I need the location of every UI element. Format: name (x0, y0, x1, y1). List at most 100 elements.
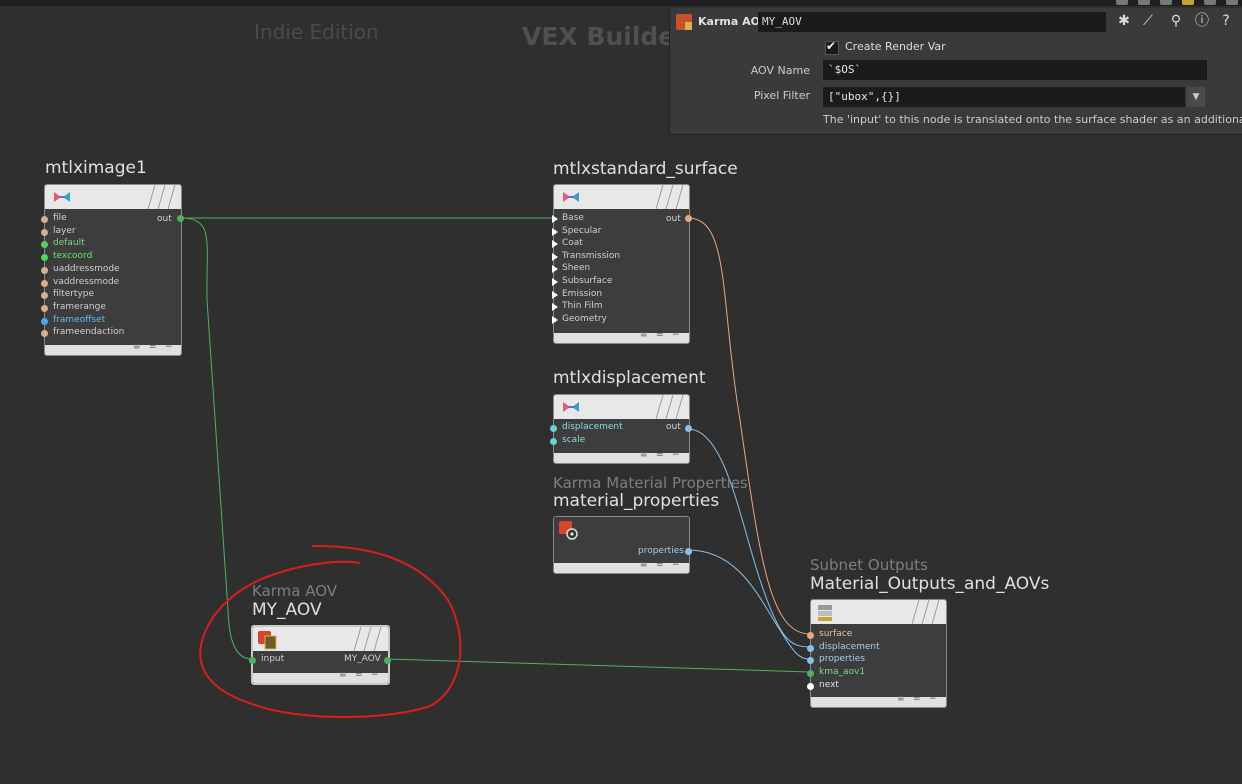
materialx-icon (563, 402, 579, 412)
create-render-var-label: Create Render Var (845, 40, 946, 53)
input-label-frameendaction: frameendaction (53, 327, 125, 338)
node-label-subnet-outputs: Material_Outputs_and_AOVs (810, 574, 1050, 594)
search-icon[interactable]: ⚲ (1168, 13, 1184, 29)
footer-glyph: ≡ (897, 694, 905, 704)
help-icon[interactable]: ? (1218, 13, 1234, 29)
input-port[interactable] (552, 215, 558, 223)
input-port[interactable] (41, 317, 48, 325)
footer-glyph: − (929, 694, 937, 704)
output-label: MY_AOV (344, 654, 381, 664)
help-text: The 'input' to this node is translated o… (823, 113, 1242, 126)
node-footer: ≡ = − (554, 450, 689, 463)
node-displacement[interactable]: displacement scale out ≡ = − (550, 394, 692, 464)
input-port[interactable] (552, 252, 558, 261)
node-type-material-properties: Karma Material Properties (553, 474, 748, 492)
input-port[interactable] (552, 278, 558, 286)
footer-glyph: ≡ (339, 670, 347, 680)
input-port[interactable] (41, 292, 48, 300)
input-port[interactable] (807, 644, 814, 652)
node-mtlximage[interactable]: file layer default texcoord uaddressmode vadd… (41, 184, 184, 356)
output-port[interactable] (685, 548, 692, 555)
input-port[interactable] (249, 657, 256, 664)
input-port[interactable] (41, 254, 48, 262)
input-port[interactable] (550, 425, 557, 432)
input-port[interactable] (550, 438, 557, 445)
node-type-subnet-outputs: Subnet Outputs (810, 556, 928, 574)
node-name-field[interactable]: MY_AOV (758, 12, 1106, 32)
wire-surface-out (687, 217, 811, 635)
input-label-displacement: displacement (562, 422, 623, 432)
karma-aov-type-icon (676, 14, 692, 30)
pixel-filter-field[interactable]: ["ubox",{}] (823, 87, 1185, 107)
node-header (554, 395, 689, 419)
output-port[interactable] (177, 215, 184, 222)
input-port[interactable] (552, 265, 558, 274)
footer-glyph: = (913, 694, 921, 704)
node-header (253, 627, 388, 651)
node-footer: ≡ = − (811, 694, 946, 707)
node-label-standard-surface: mtlxstandard_surface (553, 159, 738, 179)
input-port[interactable] (807, 657, 814, 665)
input-port[interactable] (807, 682, 814, 690)
input-label-specular: Specular (562, 225, 602, 236)
input-label-filtertype: filtertype (53, 289, 95, 300)
footer-glyph: = (355, 670, 363, 680)
gear-icon[interactable]: ✱ (1116, 13, 1132, 29)
karma-properties-icon (559, 521, 578, 540)
output-port[interactable] (384, 657, 391, 664)
input-port[interactable] (552, 290, 558, 299)
output-port[interactable] (685, 215, 692, 222)
info-icon[interactable]: ⓘ (1194, 13, 1210, 29)
aov-name-label: AOV Name (750, 64, 810, 77)
footer-glyph: = (656, 330, 664, 340)
input-label-framerange: framerange (53, 301, 106, 312)
input-label-properties: properties (819, 654, 865, 665)
node-footer: ≡ = − (554, 560, 689, 573)
input-port[interactable] (41, 228, 48, 236)
footer-glyph: ≡ (640, 560, 648, 570)
input-label-base: Base (562, 213, 584, 223)
input-label-coat: Coat (562, 238, 583, 249)
brush-icon[interactable]: ⟋ (1140, 13, 1156, 29)
input-label-displacement: displacement (819, 641, 880, 652)
node-header (554, 185, 689, 209)
node-material-properties[interactable]: properties ≡ = − (553, 516, 692, 574)
node-karma-aov[interactable]: input MY_AOV ≡ = − (249, 625, 391, 685)
input-port[interactable] (552, 227, 558, 236)
input-label-vaddressmode: vaddressmode (53, 276, 120, 287)
input-port[interactable] (41, 279, 48, 287)
wire-aov-out (385, 658, 811, 673)
input-port[interactable] (807, 670, 814, 678)
input-port[interactable] (552, 240, 558, 249)
input-port[interactable] (552, 315, 558, 324)
footer-glyph: = (149, 342, 157, 352)
footer-glyph: ≡ (640, 330, 648, 340)
input-label-frameoffset: frameoffset (53, 314, 106, 325)
create-render-var-checkbox[interactable] (825, 39, 839, 55)
parameter-pane-header: Karma AOV MY_AOV ✱ ⟋ ⚲ ⓘ ? (670, 8, 1242, 36)
footer-glyph: ≡ (133, 342, 141, 352)
input-port[interactable] (552, 303, 558, 312)
input-port[interactable] (807, 632, 814, 639)
wire-displacement-out (687, 428, 811, 648)
input-port[interactable] (41, 266, 48, 274)
output-port[interactable] (685, 425, 692, 432)
node-subnet-outputs[interactable]: surface displacement properties kma_aov1 nex… (807, 599, 947, 708)
node-standard-surface[interactable]: Base Specular Coat Transmission Sheen Subsurf… (552, 184, 692, 344)
input-label-sheen: Sheen (562, 263, 591, 274)
aov-name-field[interactable]: `$OS` (823, 60, 1207, 80)
input-port[interactable] (41, 216, 48, 223)
input-label-transmission: Transmission (562, 250, 621, 261)
footer-glyph: − (672, 450, 680, 460)
input-port[interactable] (41, 330, 48, 338)
input-label: input (261, 654, 285, 664)
footer-glyph: − (672, 330, 680, 340)
footer-glyph: = (656, 450, 664, 460)
input-port[interactable] (41, 241, 48, 249)
pixel-filter-dropdown-icon[interactable]: ▼ (1187, 87, 1205, 107)
node-footer: ≡ = − (554, 330, 689, 343)
input-label-geometry: Geometry (562, 313, 607, 324)
materialx-icon (54, 192, 70, 202)
input-port[interactable] (41, 304, 48, 312)
footer-glyph: − (165, 342, 173, 352)
